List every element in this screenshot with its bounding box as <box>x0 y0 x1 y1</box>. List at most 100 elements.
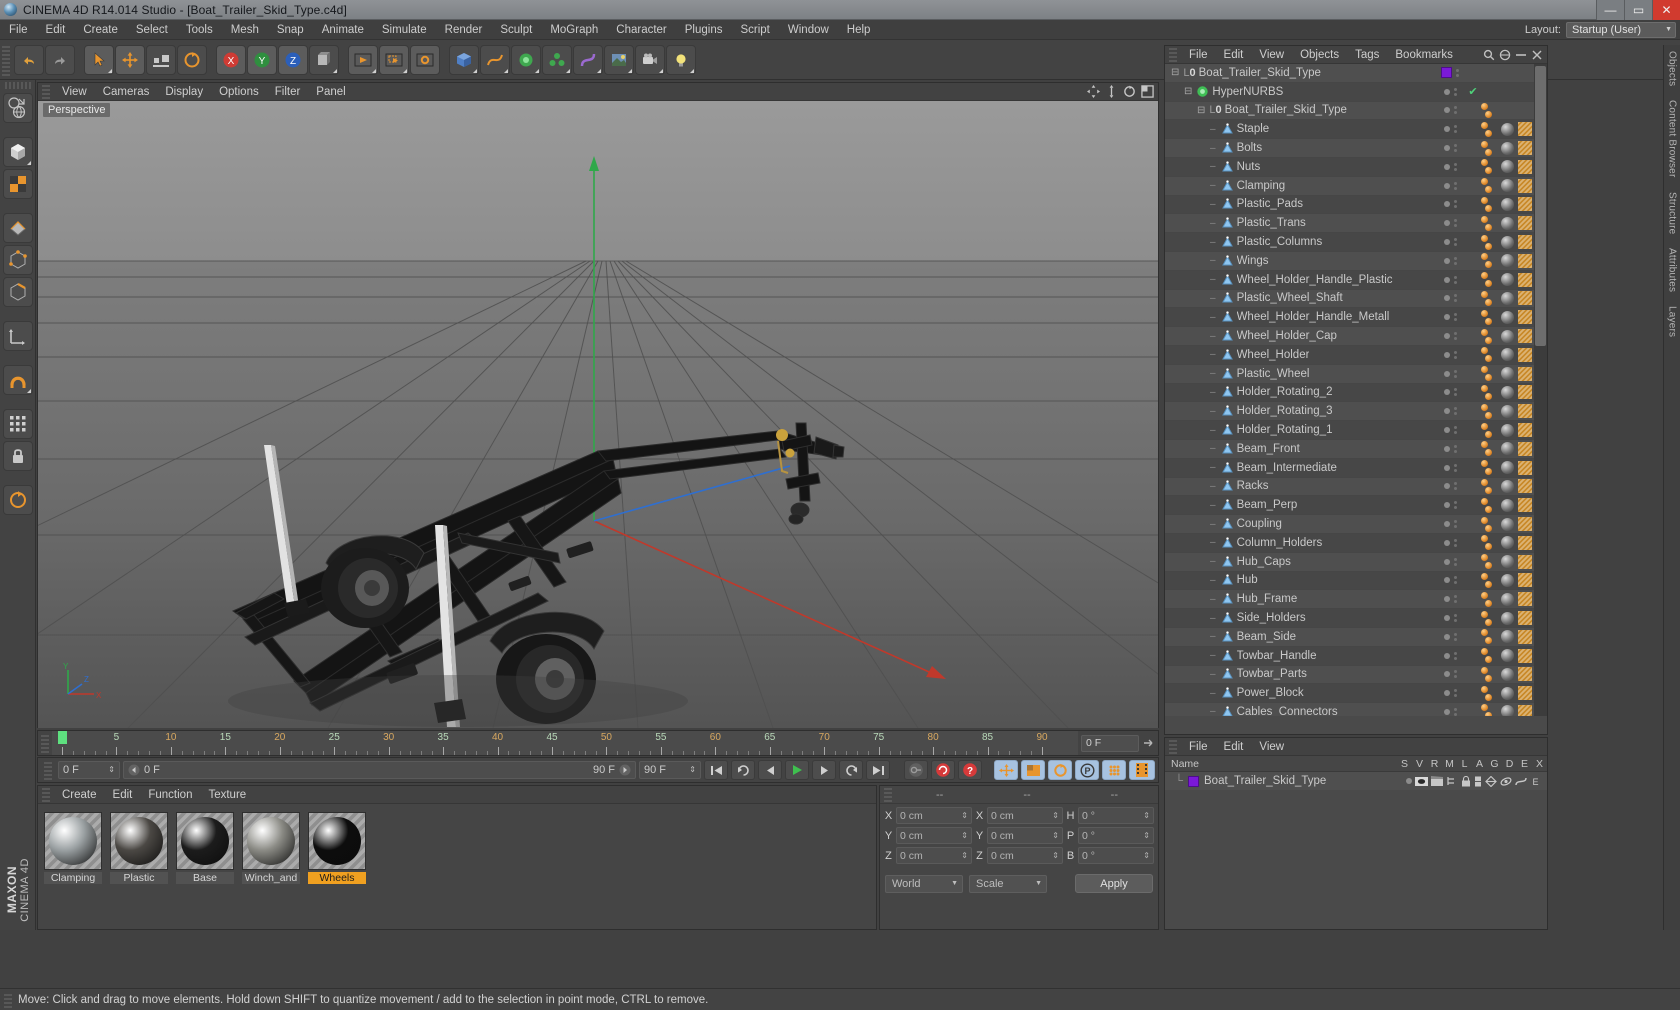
dock-tab-content-browser[interactable]: Content Browser <box>1667 100 1678 177</box>
object-row[interactable]: – Plastic_Wheel <box>1165 364 1547 384</box>
object-enable-dot[interactable] <box>1443 88 1450 95</box>
selection-tag-icon[interactable] <box>1517 291 1533 306</box>
object-editor-render-dots[interactable] <box>1453 87 1457 96</box>
material-tag-icon[interactable] <box>1481 497 1497 513</box>
object-menu-edit[interactable]: Edit <box>1216 46 1252 64</box>
object-row[interactable]: – Beam_Perp <box>1165 496 1547 516</box>
material-preview[interactable] <box>242 812 300 870</box>
material-preview[interactable] <box>308 812 366 870</box>
object-enable-dot[interactable] <box>1443 577 1450 584</box>
material-tag-icon[interactable] <box>1481 384 1497 400</box>
autokey-button[interactable] <box>931 760 955 780</box>
viewport-rotate-button[interactable] <box>2 485 33 515</box>
texture-tag-icon[interactable] <box>1499 160 1515 174</box>
material-tag-icon[interactable] <box>1481 666 1497 682</box>
attribute-column-name[interactable]: Name <box>1165 758 1397 770</box>
selection-tag-icon[interactable] <box>1517 122 1533 137</box>
object-visibility-dots[interactable] <box>1435 125 1465 134</box>
left-palette-grip[interactable] <box>4 82 31 89</box>
selection-tag-icon[interactable] <box>1517 573 1533 588</box>
texture-tag-icon[interactable] <box>1499 442 1515 456</box>
maximize-viewport-icon[interactable] <box>1141 85 1154 98</box>
object-visibility-dots[interactable] <box>1435 407 1465 416</box>
status-grip[interactable] <box>4 991 12 1008</box>
material-tag-icon[interactable] <box>1481 422 1497 438</box>
texture-tag-icon[interactable] <box>1499 555 1515 569</box>
object-row[interactable]: – Holder_Rotating_1 <box>1165 421 1547 440</box>
material-tag-icon[interactable] <box>1481 478 1497 494</box>
collapse-icon[interactable] <box>1515 49 1527 61</box>
object-row[interactable]: – Wings <box>1165 251 1547 271</box>
object-row[interactable]: – Column_Holders <box>1165 533 1547 553</box>
transport-grip[interactable] <box>44 760 52 780</box>
object-visibility-dots[interactable] <box>1435 576 1465 585</box>
object-row[interactable]: – Side_Holders <box>1165 609 1547 628</box>
go-to-end-button[interactable] <box>866 760 890 780</box>
material-tag-icon[interactable] <box>1481 610 1497 626</box>
object-visibility-dots[interactable] <box>1435 294 1465 303</box>
object-editor-render-dots[interactable] <box>1453 689 1457 698</box>
menu-select[interactable]: Select <box>127 20 177 40</box>
object-editor-render-dots[interactable] <box>1453 350 1457 359</box>
object-row[interactable]: – Towbar_Parts <box>1165 665 1547 685</box>
object-visibility-dots[interactable] <box>1435 350 1465 359</box>
material-tag-icon[interactable] <box>1481 704 1497 716</box>
search-icon[interactable] <box>1483 49 1495 61</box>
step-forward-button[interactable] <box>812 760 836 780</box>
texture-tag-icon[interactable] <box>1499 216 1515 230</box>
object-editor-render-dots[interactable] <box>1453 501 1457 510</box>
object-editor-render-dots[interactable] <box>1453 538 1457 547</box>
texture-mode-button[interactable] <box>2 169 33 199</box>
object-manager-grip[interactable] <box>1169 47 1177 62</box>
object-row[interactable]: – Hub_Frame <box>1165 590 1547 610</box>
selection-tag-icon[interactable] <box>1517 347 1533 362</box>
object-enable-dot[interactable] <box>1443 464 1450 471</box>
attribute-column-g[interactable]: G <box>1487 758 1502 770</box>
object-enable-dot[interactable] <box>1443 521 1450 528</box>
object-enable-dot[interactable] <box>1443 370 1450 377</box>
material-tag-icon[interactable] <box>1481 572 1497 588</box>
object-menu-view[interactable]: View <box>1251 46 1292 64</box>
spinner-icon[interactable]: ⇕ <box>1052 831 1059 840</box>
attribute-column-v[interactable]: V <box>1412 758 1427 770</box>
material-item[interactable]: Base <box>176 812 234 884</box>
object-enable-dot[interactable] <box>1443 314 1450 321</box>
material-tag-icon[interactable] <box>1481 591 1497 607</box>
object-row[interactable]: – Beam_Intermediate <box>1165 458 1547 478</box>
material-menu-texture[interactable]: Texture <box>200 786 254 804</box>
add-spline-button[interactable] <box>480 44 510 75</box>
object-row[interactable]: – Beam_Front <box>1165 439 1547 459</box>
texture-tag-icon[interactable] <box>1499 423 1515 437</box>
material-item[interactable]: Wheels <box>308 812 366 884</box>
attribute-column-d[interactable]: D <box>1502 758 1517 770</box>
timeline-ruler[interactable]: 051015202530354045505560657075808590 <box>52 731 1078 755</box>
dock-tab-objects[interactable]: Objects <box>1667 51 1678 86</box>
range-left-handle-icon[interactable] <box>128 764 140 776</box>
menu-animate[interactable]: Animate <box>313 20 373 40</box>
close-button[interactable]: ✕ <box>1652 0 1680 20</box>
padlock-icon[interactable] <box>1461 775 1471 787</box>
selection-tag-icon[interactable] <box>1517 460 1533 475</box>
spinner-icon[interactable]: ⇕ <box>1052 811 1059 820</box>
object-editor-render-dots[interactable] <box>1453 707 1457 716</box>
material-tag-icon[interactable] <box>1481 366 1497 382</box>
material-tag-icon[interactable] <box>1481 121 1497 137</box>
selection-tag-icon[interactable] <box>1517 479 1533 494</box>
coordinate-size-field[interactable]: 0 cm ⇕ <box>987 827 1063 844</box>
menu-mesh[interactable]: Mesh <box>222 20 268 40</box>
object-editor-render-dots[interactable] <box>1453 651 1457 660</box>
object-enable-dot[interactable] <box>1443 690 1450 697</box>
object-editor-render-dots[interactable] <box>1453 332 1457 341</box>
object-row[interactable]: – Holder_Rotating_3 <box>1165 402 1547 422</box>
object-editor-render-dots[interactable] <box>1453 369 1457 378</box>
material-tag-icon[interactable] <box>1481 290 1497 306</box>
selection-tag-icon[interactable] <box>1517 310 1533 325</box>
object-editor-render-dots[interactable] <box>1453 426 1457 435</box>
object-row[interactable]: – Racks <box>1165 477 1547 497</box>
selection-tag-icon[interactable] <box>1517 159 1533 174</box>
texture-tag-icon[interactable] <box>1499 273 1515 287</box>
generator-icon[interactable] <box>1500 776 1512 787</box>
add-camera-button[interactable] <box>635 44 665 75</box>
selection-tag-icon[interactable] <box>1517 329 1533 344</box>
material-tag-icon[interactable] <box>1481 309 1497 325</box>
